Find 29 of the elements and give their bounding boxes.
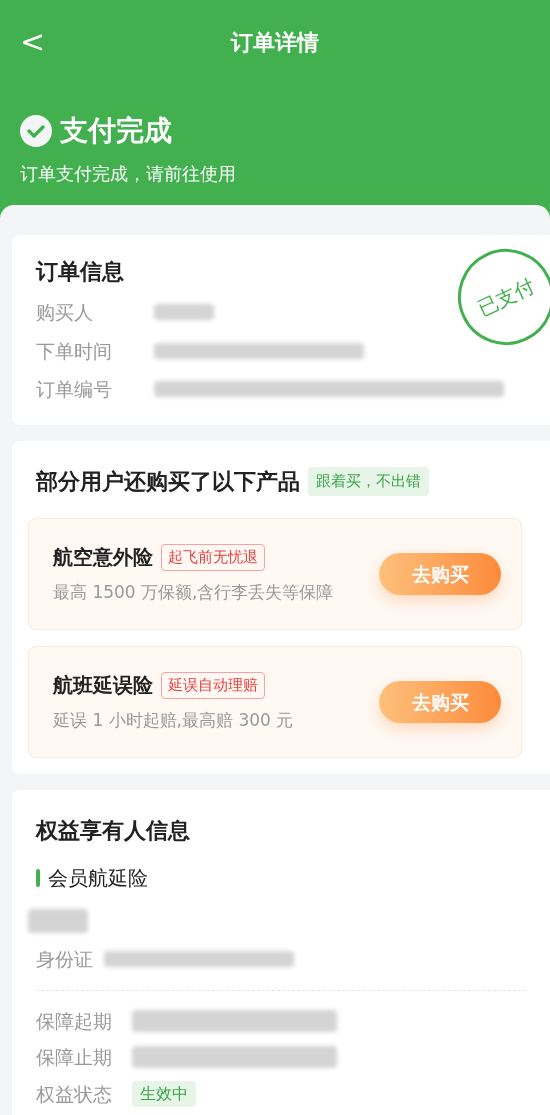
buy-button[interactable]: 去购买: [379, 553, 501, 595]
status-title: 支付完成: [60, 113, 172, 149]
section-title: 部分用户还购买了以下产品: [36, 468, 300, 496]
redacted-text: [28, 909, 88, 933]
status-badge: 生效中: [132, 1080, 196, 1107]
field-label: 订单编号: [36, 377, 113, 402]
page-title: 订单详情: [231, 28, 319, 57]
check-icon: [20, 115, 52, 147]
accent-bar: [36, 869, 40, 887]
product-name: 航班延误险: [53, 672, 153, 700]
product-tag: 延误自动理赔: [161, 672, 265, 699]
section-title: 权益享有人信息: [36, 817, 191, 845]
field-label: 权益状态: [36, 1081, 113, 1107]
status-subtitle: 订单支付完成，请前往使用: [20, 162, 237, 186]
buy-button[interactable]: 去购买: [379, 681, 501, 723]
product-description: 延误 1 小时起赔,最高赔 300 元: [53, 709, 294, 733]
slogan-tag: 跟着买，不出错: [308, 467, 429, 496]
section-title: 订单信息: [36, 258, 125, 286]
field-label: 保障止期: [36, 1045, 113, 1070]
product-name: 会员航延险: [48, 865, 148, 892]
back-button[interactable]: <: [20, 27, 46, 57]
field-label: 购买人: [36, 300, 94, 325]
field-label: 身份证: [36, 947, 94, 972]
field-label: 下单时间: [36, 338, 113, 364]
product-name: 航空意外险: [53, 544, 153, 572]
product-description: 最高 1500 万保额,含行李丢失等保障: [53, 581, 334, 605]
product-tag: 起飞前无忧退: [161, 544, 265, 571]
field-label: 保障起期: [36, 1008, 113, 1034]
redacted-text: [154, 304, 214, 321]
